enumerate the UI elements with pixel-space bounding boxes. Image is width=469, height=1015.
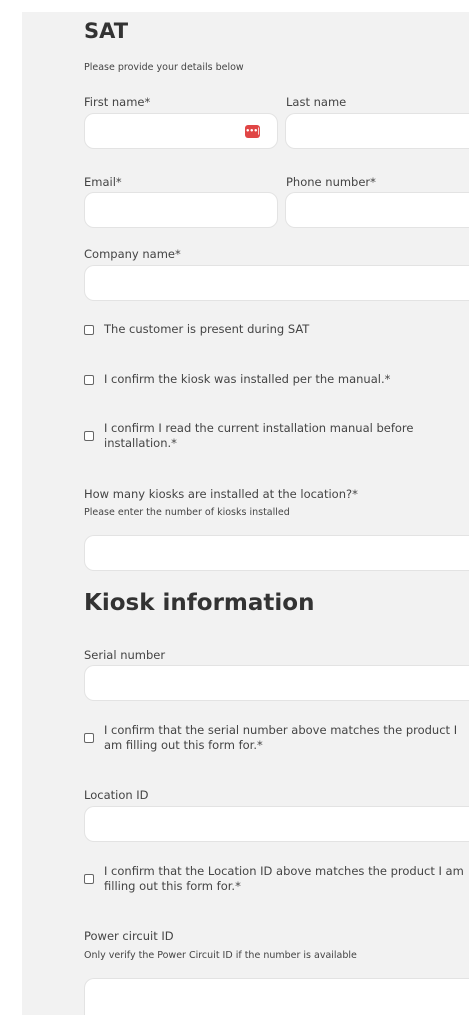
kiosk-count-help: Please enter the number of kiosks instal… <box>84 507 290 518</box>
location-id-label: Location ID <box>84 788 149 802</box>
installed-per-manual-label: I confirm the kiosk was installed per th… <box>104 372 391 386</box>
page-title: SAT <box>84 19 129 43</box>
serial-matches-checkbox[interactable] <box>84 733 94 743</box>
location-matches-checkbox-row[interactable]: I confirm that the Location ID above mat… <box>84 864 469 894</box>
installed-per-manual-checkbox[interactable] <box>84 374 94 385</box>
serial-number-label: Serial number <box>84 648 166 662</box>
phone-field[interactable] <box>285 192 469 228</box>
customer-present-label: The customer is present during SAT <box>104 322 310 336</box>
email-field[interactable] <box>84 192 278 228</box>
first-name-field[interactable]: •••| <box>84 113 278 149</box>
last-name-field[interactable] <box>285 113 469 149</box>
location-matches-label: I confirm that the Location ID above mat… <box>104 864 464 893</box>
kiosk-count-label: How many kiosks are installed at the loc… <box>84 487 358 501</box>
customer-present-checkbox[interactable] <box>84 324 94 335</box>
power-circuit-label: Power circuit ID <box>84 929 174 943</box>
kiosk-count-field[interactable] <box>84 535 469 571</box>
email-label: Email* <box>84 175 122 189</box>
power-circuit-field[interactable] <box>84 978 469 1015</box>
last-name-label: Last name <box>286 95 347 109</box>
installed-per-manual-checkbox-row[interactable]: I confirm the kiosk was installed per th… <box>84 372 390 387</box>
read-manual-checkbox[interactable] <box>84 431 94 441</box>
password-manager-icon[interactable]: •••| <box>245 125 260 138</box>
serial-matches-checkbox-row[interactable]: I confirm that the serial number above m… <box>84 723 464 753</box>
serial-matches-label: I confirm that the serial number above m… <box>104 723 458 752</box>
company-field[interactable] <box>84 265 469 301</box>
form-subtitle: Please provide your details below <box>84 62 244 73</box>
read-manual-label: I confirm I read the current installatio… <box>104 421 414 450</box>
phone-label: Phone number* <box>286 175 376 189</box>
kiosk-section-title: Kiosk information <box>84 590 315 616</box>
first-name-label: First name* <box>84 95 151 109</box>
serial-number-field[interactable] <box>84 665 469 701</box>
location-matches-checkbox[interactable] <box>84 874 94 884</box>
location-id-field[interactable] <box>84 806 469 842</box>
customer-present-checkbox-row[interactable]: The customer is present during SAT <box>84 322 309 337</box>
power-circuit-help: Only verify the Power Circuit ID if the … <box>84 950 357 961</box>
company-label: Company name* <box>84 247 181 261</box>
read-manual-checkbox-row[interactable]: I confirm I read the current installatio… <box>84 421 434 451</box>
